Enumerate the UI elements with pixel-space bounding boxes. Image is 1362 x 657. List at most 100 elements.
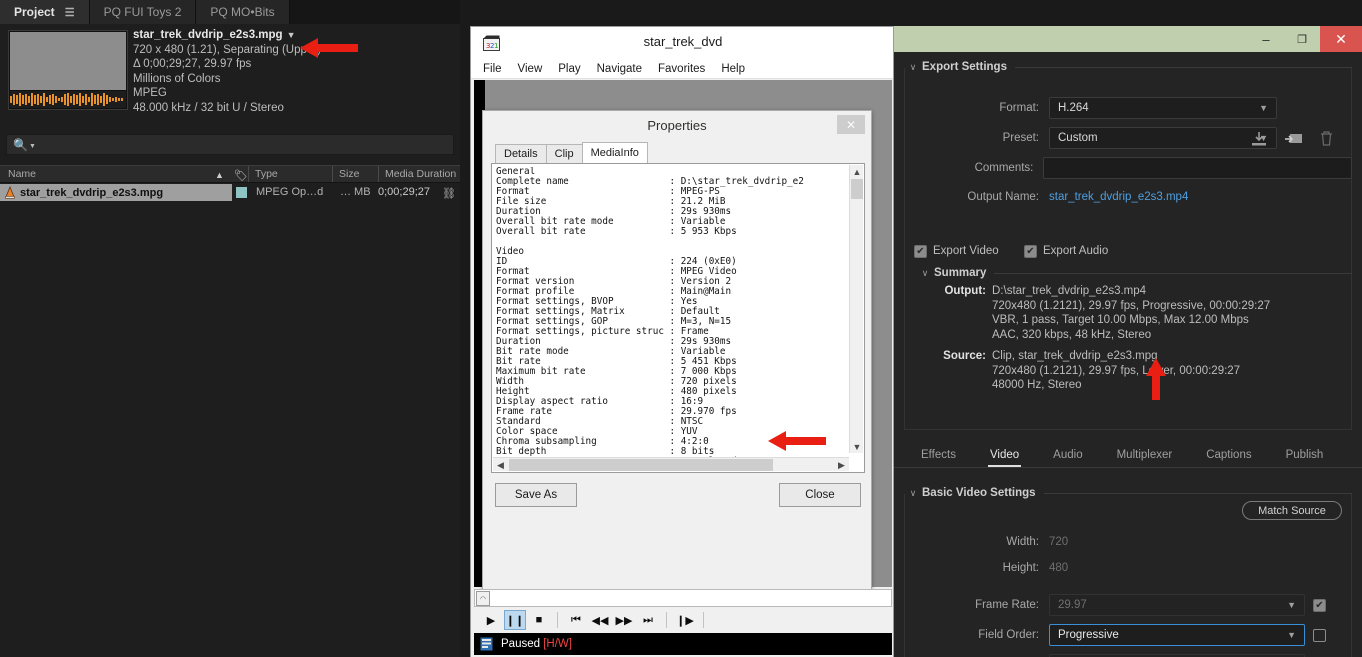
tab-clip-label: Clip: [554, 148, 574, 160]
frame-rate-checkbox[interactable]: ✔: [1313, 598, 1326, 612]
tab-video[interactable]: Video: [973, 449, 1036, 467]
project-panel: Project ☰ PQ FUI Toys 2 PQ MO•Bits star_…: [0, 0, 460, 657]
video-surface[interactable]: Properties ✕ Details Clip MediaInfo Gene…: [474, 80, 892, 590]
menu-help[interactable]: Help: [721, 63, 745, 75]
summary-group-header[interactable]: ∨ Summary: [916, 264, 1352, 282]
export-audio-checkbox[interactable]: ✔: [1024, 244, 1037, 258]
field-order-label: Field Order:: [978, 629, 1039, 641]
minimize-button[interactable]: –: [1248, 26, 1284, 52]
row-name-cell[interactable]: star_trek_dvdrip_e2s3.mpg: [0, 184, 232, 201]
play-button[interactable]: ▶: [480, 610, 502, 630]
search-input[interactable]: 🔍 ▼: [6, 134, 454, 155]
output-name-label: Output Name:: [967, 191, 1039, 203]
tab-details[interactable]: Details: [495, 144, 547, 163]
skip-forward-button[interactable]: ⏭: [637, 610, 659, 630]
scroll-right-icon[interactable]: ▶: [834, 458, 849, 472]
scroll-up-icon[interactable]: ▲: [850, 165, 864, 178]
table-row[interactable]: star_trek_dvdrip_e2s3.mpg MPEG Op…d … MB…: [0, 184, 460, 201]
column-header-type[interactable]: Type: [248, 166, 332, 182]
tab-mediainfo[interactable]: MediaInfo: [581, 142, 648, 163]
horizontal-scroll-thumb[interactable]: [509, 459, 773, 471]
stop-button[interactable]: ■: [528, 610, 550, 630]
close-icon[interactable]: ✕: [837, 115, 865, 134]
frame-step-button[interactable]: ❙▶: [674, 610, 696, 630]
status-hw-badge: [H/W]: [543, 638, 572, 650]
project-list-empty-area[interactable]: [0, 201, 460, 657]
pause-button[interactable]: ❙❙: [504, 610, 526, 630]
clip-menu-caret-icon[interactable]: ▼: [287, 30, 296, 40]
tab-project[interactable]: Project ☰: [0, 0, 90, 24]
delete-preset-icon[interactable]: [1319, 130, 1334, 152]
height-value[interactable]: 480: [1049, 562, 1099, 574]
column-header-size[interactable]: Size: [332, 166, 378, 182]
mpc-window-title: star_trek_dvd: [643, 34, 723, 49]
clip-preview-block: star_trek_dvdrip_e2s3.mpg ▼ 720 x 480 (1.…: [0, 24, 460, 128]
import-preset-icon[interactable]: [1284, 131, 1303, 152]
clip-thumbnail[interactable]: [8, 30, 128, 110]
tab-captions[interactable]: Captions: [1189, 449, 1268, 467]
chevron-down-icon: ▼: [1287, 630, 1296, 640]
close-button[interactable]: Close: [779, 483, 861, 507]
row-hierarchy-icon: ⛓: [442, 188, 456, 200]
output-name-link[interactable]: star_trek_dvdrip_e2s3.mp4: [1049, 191, 1188, 203]
tab-publish[interactable]: Publish: [1269, 449, 1341, 467]
label-tag-icon[interactable]: 🏷: [234, 169, 248, 182]
tab-multiplexer[interactable]: Multiplexer: [1100, 449, 1190, 467]
rewind-button[interactable]: ◀◀: [589, 610, 611, 630]
menu-view[interactable]: View: [518, 63, 543, 75]
field-order-checkbox[interactable]: [1313, 628, 1326, 642]
clip-metadata: star_trek_dvdrip_e2s3.mpg ▼ 720 x 480 (1.…: [133, 28, 453, 116]
format-select[interactable]: H.264 ▼: [1049, 97, 1277, 119]
export-video-row[interactable]: ✔ Export Video: [914, 240, 999, 262]
menu-file[interactable]: File: [483, 63, 502, 75]
row-label-color-swatch[interactable]: [236, 187, 247, 198]
row-name-label: star_trek_dvdrip_e2s3.mpg: [20, 186, 164, 199]
field-order-select[interactable]: Progressive ▼: [1049, 624, 1305, 646]
tab-pq-fui-toys-2[interactable]: PQ FUI Toys 2: [89, 0, 197, 24]
skip-back-button[interactable]: ⏮: [565, 610, 587, 630]
tab-audio[interactable]: Audio: [1036, 449, 1099, 467]
comments-input[interactable]: [1043, 157, 1352, 179]
maximize-button[interactable]: ❐: [1284, 26, 1320, 52]
transport-separator-2: [666, 612, 667, 628]
save-preset-icon[interactable]: [1250, 131, 1268, 152]
summary-source-key: Source:: [943, 350, 986, 362]
tab-effects[interactable]: Effects: [904, 449, 973, 467]
menu-play[interactable]: Play: [558, 63, 580, 75]
export-audio-row[interactable]: ✔ Export Audio: [1024, 240, 1108, 262]
mediainfo-textarea[interactable]: General Complete name : D:\star_trek_dvd…: [491, 163, 865, 473]
seek-bar[interactable]: ◠: [474, 589, 892, 607]
scroll-down-icon[interactable]: ▼: [850, 440, 864, 453]
tab-clip[interactable]: Clip: [545, 144, 583, 163]
chevron-down-icon[interactable]: ∨: [916, 268, 934, 279]
width-value[interactable]: 720: [1049, 536, 1099, 548]
save-as-button[interactable]: Save As: [495, 483, 577, 507]
export-titlebar[interactable]: – ❐ ✕: [894, 26, 1362, 52]
chevron-down-icon: ▼: [1259, 103, 1268, 113]
preset-value: Custom: [1058, 132, 1098, 144]
scroll-left-icon[interactable]: ◀: [493, 458, 508, 472]
row-media-duration-label: 0;00;29;27: [378, 186, 430, 198]
seek-handle[interactable]: ◠: [476, 591, 490, 606]
export-video-checkbox[interactable]: ✔: [914, 244, 927, 258]
panel-menu-icon[interactable]: ☰: [65, 6, 75, 19]
frame-rate-select[interactable]: 29.97 ▼: [1049, 594, 1305, 616]
search-dropdown-icon[interactable]: ▼: [29, 143, 36, 150]
fast-forward-button[interactable]: ▶▶: [613, 610, 635, 630]
vertical-scroll-thumb[interactable]: [851, 179, 863, 199]
match-source-button[interactable]: Match Source: [1242, 501, 1342, 520]
mediainfo-horizontal-scrollbar[interactable]: ◀ ▶: [493, 457, 849, 471]
menu-navigate[interactable]: Navigate: [597, 63, 642, 75]
properties-tabs: Details Clip MediaInfo: [491, 142, 865, 163]
tab-pq-fui-toys-2-label: PQ FUI Toys 2: [103, 5, 182, 19]
tab-pq-mo-bits[interactable]: PQ MO•Bits: [196, 0, 290, 24]
tab-mediainfo-label: MediaInfo: [590, 147, 639, 159]
close-window-button[interactable]: ✕: [1320, 26, 1362, 52]
sort-ascending-icon[interactable]: ▲: [215, 170, 224, 180]
column-header-media-duration[interactable]: Media Duration: [378, 166, 460, 182]
menu-favorites[interactable]: Favorites: [658, 63, 705, 75]
mediainfo-vertical-scrollbar[interactable]: ▲ ▼: [849, 165, 863, 453]
summary-output-bitrate: VBR, 1 pass, Target 10.00 Mbps, Max 12.0…: [992, 314, 1249, 326]
column-header-name[interactable]: Name: [0, 166, 248, 182]
preset-select[interactable]: Custom ▼: [1049, 127, 1277, 149]
